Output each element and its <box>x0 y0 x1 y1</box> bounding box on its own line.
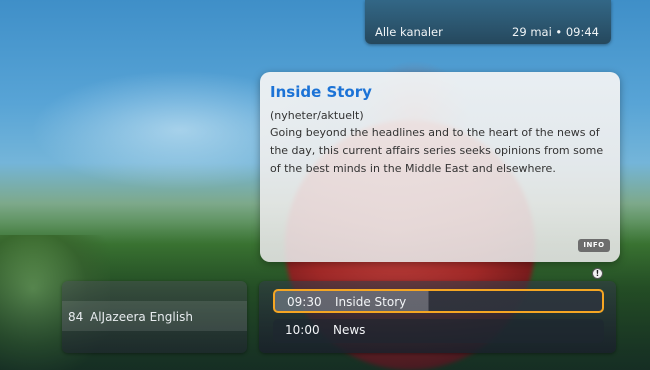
info-button[interactable]: INFO <box>578 239 610 252</box>
program-item-selected[interactable]: 09:30 Inside Story <box>273 289 604 313</box>
date-time-display: 29 mai • 09:44 <box>512 25 599 39</box>
program-title: Inside Story <box>270 83 372 101</box>
program-item-title: News <box>333 323 366 337</box>
channel-panel: 84 AlJazeera English <box>62 281 247 353</box>
program-description: Going beyond the headlines and to the he… <box>270 126 604 175</box>
channel-name: AlJazeera English <box>90 310 193 324</box>
channel-number: 84 <box>68 310 84 324</box>
top-status-bar: Alle kanaler 29 mai • 09:44 <box>365 0 611 44</box>
alert-icon: ! <box>592 268 603 279</box>
program-item[interactable]: 10:00 News <box>273 319 604 343</box>
program-time: 09:30 <box>287 295 322 309</box>
program-info-card: Inside Story (nyheter/aktuelt) Going bey… <box>260 72 620 262</box>
channel-filter-label[interactable]: Alle kanaler <box>375 25 443 39</box>
program-time: 10:00 <box>285 323 320 337</box>
program-list: 09:30 Inside Story 10:00 News <box>259 281 616 353</box>
program-genre: (nyheter/aktuelt) <box>270 109 364 122</box>
program-item-title: Inside Story <box>335 295 407 309</box>
